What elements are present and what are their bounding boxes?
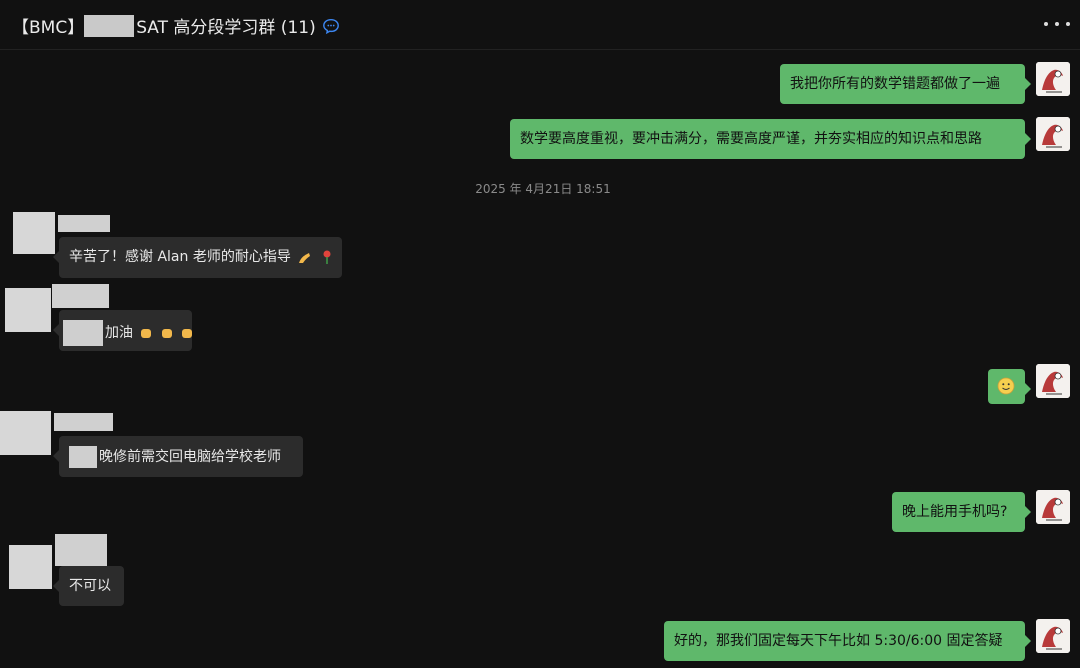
message-bubble-outgoing[interactable]: 数学要高度重视，要冲击满分，需要高度严谨，并夯实相应的知识点和思路	[510, 119, 1031, 159]
avatar-illustration-icon	[1036, 62, 1070, 96]
sender-name-redacted	[55, 534, 107, 566]
message-bubble-incoming[interactable]: 晚修前需交回电脑给学校老师	[53, 436, 303, 477]
message-text: 数学要高度重视，要冲击满分，需要高度严谨，并夯实相应的知识点和思路	[520, 131, 982, 147]
message-bubble-incoming[interactable]: 加油	[53, 310, 193, 351]
message-text: 晚修前需交回电脑给学校老师	[99, 449, 281, 465]
fist-emoji-icon	[141, 329, 152, 338]
chat-header: 【BMC】 SAT 高分段学习群 (11)	[0, 0, 1080, 50]
smile-emoji-icon	[997, 377, 1015, 395]
message-text: 晚上能用手机吗?	[902, 504, 1008, 520]
fist-emoji-icon	[182, 329, 193, 338]
sender-avatar[interactable]	[13, 212, 55, 254]
message-text: 好的，那我们固定每天下午比如 5:30/6:00 固定答疑	[674, 633, 1003, 649]
my-avatar[interactable]	[1036, 62, 1070, 96]
avatar-illustration-icon	[1036, 619, 1070, 653]
sender-name-redacted	[52, 284, 109, 308]
message-bubble-outgoing[interactable]: 晚上能用手机吗?	[892, 492, 1031, 532]
title-prefix: 【BMC】	[12, 18, 85, 38]
fist-emoji-icon	[161, 329, 172, 338]
dot	[1044, 22, 1048, 26]
message-text: 加油	[105, 325, 133, 341]
sender-name-redacted	[54, 413, 113, 431]
dot	[1066, 22, 1070, 26]
more-dots-icon[interactable]	[1044, 14, 1070, 34]
message-text: 不可以	[69, 578, 111, 594]
message-timestamp: 2025 年 4月21日 18:51	[475, 182, 611, 196]
sender-avatar[interactable]	[9, 545, 52, 589]
redacted-block	[69, 446, 97, 468]
message-bubble-outgoing[interactable]: 好的，那我们固定每天下午比如 5:30/6:00 固定答疑	[664, 621, 1031, 661]
avatar-illustration-icon	[1036, 364, 1070, 398]
my-avatar[interactable]	[1036, 364, 1070, 398]
praying-hands-emoji-icon	[299, 253, 311, 263]
chat-bubble-icon[interactable]	[322, 17, 340, 35]
redacted-block	[84, 14, 135, 37]
message-bubble-incoming[interactable]: 不可以	[53, 566, 124, 606]
message-text: 我把你所有的数学错题都做了一遍	[790, 76, 1000, 92]
my-avatar[interactable]	[1036, 117, 1070, 151]
dot	[1055, 22, 1059, 26]
avatar-illustration-icon	[1036, 117, 1070, 151]
message-bubble-incoming[interactable]: 辛苦了！感谢 Alan 老师的耐心指导	[53, 237, 342, 278]
title-main: SAT 高分段学习群 (11)	[136, 18, 316, 38]
sender-avatar[interactable]	[0, 411, 51, 455]
chat-title: 【BMC】 SAT 高分段学习群 (11)	[12, 13, 340, 38]
my-avatar[interactable]	[1036, 619, 1070, 653]
sender-avatar[interactable]	[5, 288, 51, 332]
avatar-illustration-icon	[1036, 490, 1070, 524]
sender-name-redacted	[58, 215, 110, 232]
redacted-block	[63, 320, 103, 346]
message-text: 辛苦了！感谢 Alan 老师的耐心指导	[69, 249, 291, 265]
rose-emoji-icon	[323, 250, 331, 264]
my-avatar[interactable]	[1036, 490, 1070, 524]
message-bubble-outgoing[interactable]: 我把你所有的数学错题都做了一遍	[780, 64, 1031, 104]
message-bubble-outgoing[interactable]	[988, 369, 1031, 404]
